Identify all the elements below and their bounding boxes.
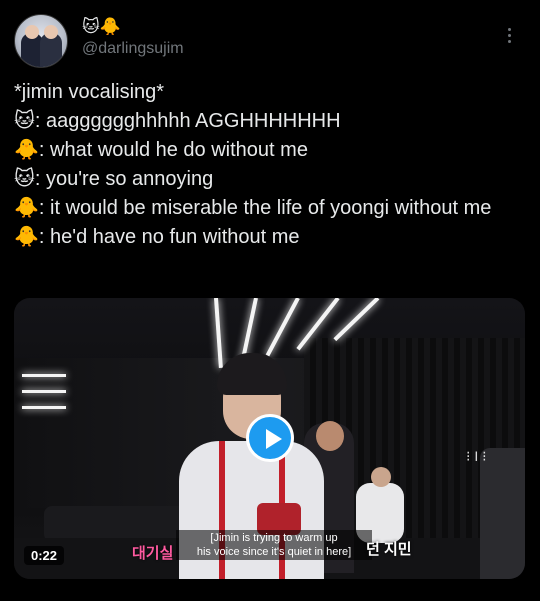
video-player[interactable]: ⁝ I ⁝ 대기실 [Jimin is trying to warm up hi… bbox=[14, 298, 525, 579]
video-subtitle: [Jimin is trying to warm up his voice si… bbox=[176, 530, 372, 560]
subtitle-line: [Jimin is trying to warm up bbox=[210, 532, 338, 544]
tweet-line: 🐱: you're so annoying bbox=[14, 168, 214, 190]
subtitle-line: his voice since it's quiet in here] bbox=[196, 546, 352, 558]
video-caption-right: 던 지민 bbox=[366, 541, 412, 558]
tweet-line: *jimin vocalising* bbox=[14, 81, 165, 103]
display-name[interactable]: 🐱🐥 bbox=[82, 16, 121, 38]
video-duration: 0:22 bbox=[24, 546, 65, 565]
username-handle[interactable]: @darlingsujim bbox=[82, 40, 184, 58]
tweet-line: 🐥: it would be miserable the life of yoo… bbox=[14, 197, 492, 219]
more-options-icon[interactable] bbox=[500, 24, 520, 48]
tweet-text: *jimin vocalising* 🐱: aagggggghhhhh AGGH… bbox=[14, 78, 529, 252]
tweet-header: 🐱🐥 @darlingsujim bbox=[14, 14, 526, 70]
avatar[interactable] bbox=[14, 14, 68, 68]
play-icon[interactable] bbox=[246, 414, 294, 462]
tweet-line: 🐥: he'd have no fun without me bbox=[14, 226, 300, 248]
tweet-line: 🐱: aagggggghhhhh AGGHHHHHHH bbox=[14, 110, 341, 132]
video-caption-left: 대기실 bbox=[132, 545, 174, 562]
tweet-line: 🐥: what would he do without me bbox=[14, 139, 308, 161]
